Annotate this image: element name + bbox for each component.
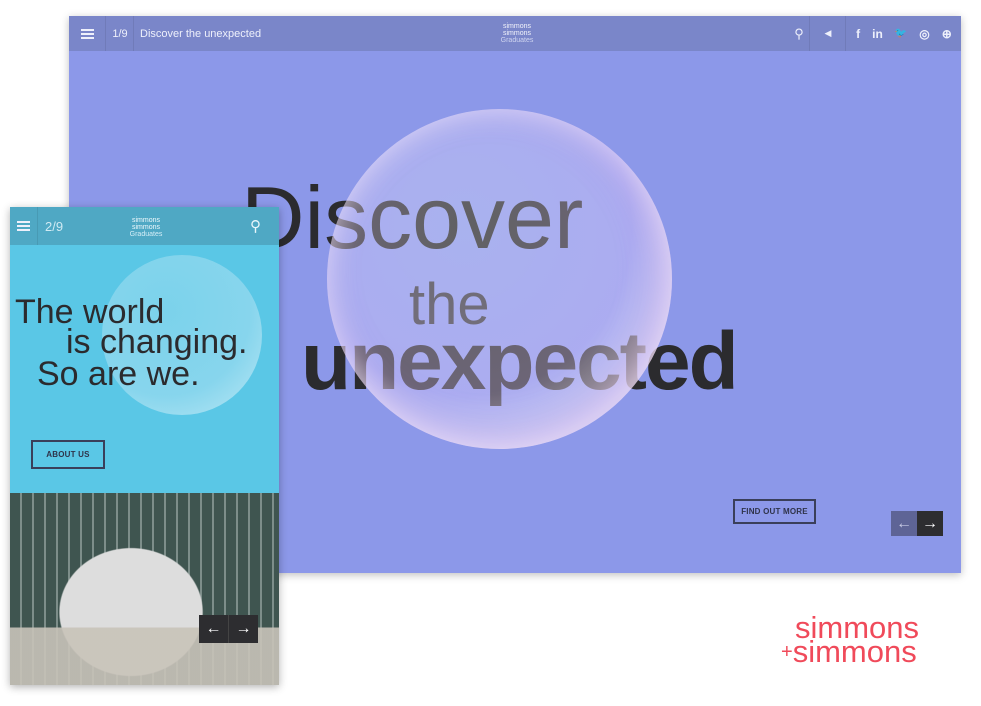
hamburger-icon [80,27,94,41]
menu-button[interactable] [10,207,37,245]
brand-plus: + [781,641,793,663]
mobile-hero-line-2: is changing. [66,323,248,361]
logo-line-3: Graduates [500,37,534,44]
brand-line-2: simmons [792,634,917,669]
find-out-more-button[interactable]: FIND OUT MORE [733,499,816,524]
next-arrow-button[interactable]: → [917,511,943,536]
logo[interactable]: simmons simmons Graduates [487,16,547,51]
social-links: f in 🐦 ◎ ⊕ [856,16,952,51]
slide-arrows: ← → [891,511,943,536]
page-counter: 2/9 [45,218,64,234]
page-title: Discover the unexpected [140,27,262,40]
logo[interactable]: simmons simmons Graduates [116,217,176,238]
twitter-icon[interactable]: 🐦 [895,28,907,39]
menu-button[interactable] [69,16,105,51]
brand-logo: simmons +simmons [781,612,919,667]
logo-line-1: simmons [502,23,531,30]
mobile-top-bar: 2/9 simmons simmons Graduates ⚲ [10,207,279,245]
logo-line-1: simmons [131,217,160,224]
mobile-hero-line-3: So are we. [37,355,200,393]
audio-button[interactable]: ◀ [810,16,846,51]
logo-line-2: simmons [131,224,160,231]
prev-arrow-button[interactable]: ← [199,615,228,643]
prev-arrow-button[interactable]: ← [891,511,917,536]
bubble-image [327,109,672,449]
next-arrow-button[interactable]: → [228,615,258,643]
instagram-icon[interactable]: ◎ [919,27,929,41]
logo-line-3: Graduates [129,231,163,238]
facebook-icon[interactable]: f [856,27,860,41]
search-button[interactable]: ⚲ [250,207,261,245]
about-us-button[interactable]: ABOUT US [31,440,105,469]
logo-line-2: simmons [502,30,531,37]
page-counter: 1/9 [112,27,128,40]
desktop-top-bar: 1/9 Discover the unexpected simmons simm… [69,16,961,51]
slide-arrows: ← → [199,615,258,643]
globe-icon[interactable]: ⊕ [942,27,952,41]
building-photo [10,493,279,685]
mobile-preview: 2/9 simmons simmons Graduates ⚲ The worl… [10,207,279,685]
search-icon: ⚲ [250,218,261,235]
linkedin-icon[interactable]: in [872,27,883,41]
search-icon: ⚲ [794,25,804,41]
speaker-icon: ◀ [824,28,832,38]
hamburger-icon [17,219,30,233]
